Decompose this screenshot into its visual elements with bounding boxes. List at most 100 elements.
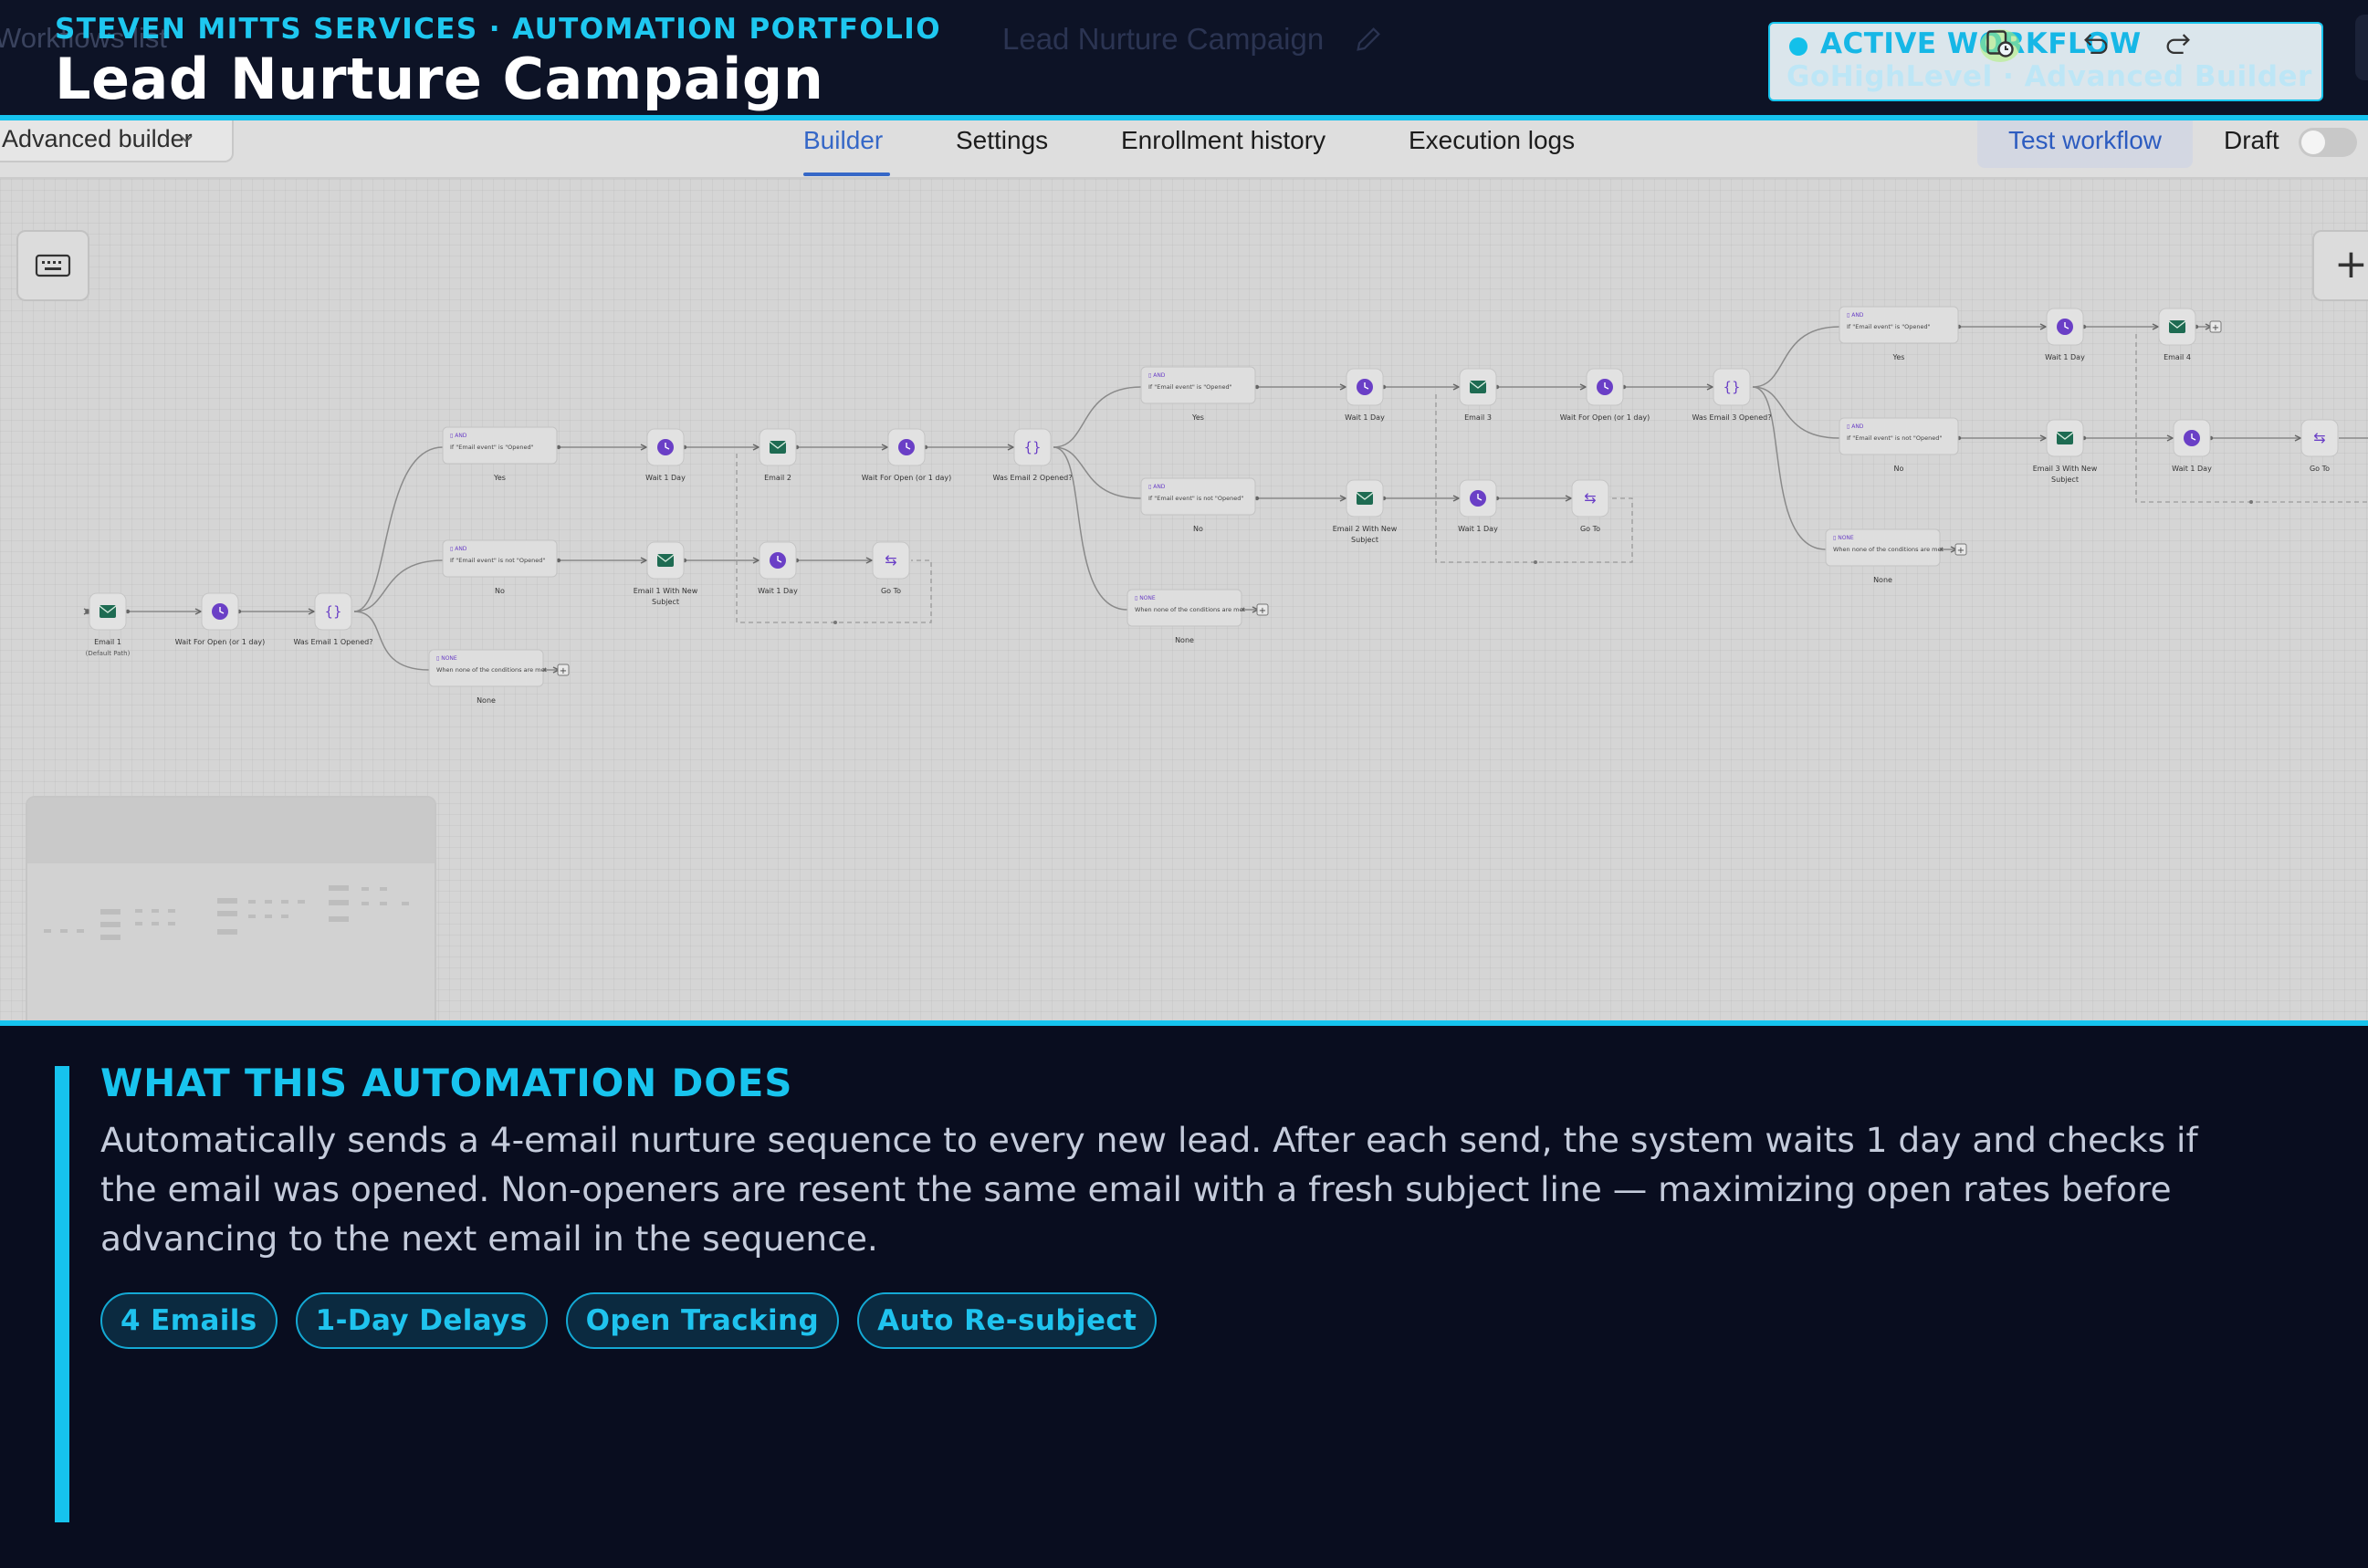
- condition-text: If "Email event" is "Opened": [1847, 323, 1931, 330]
- plus-icon: +: [1259, 606, 1266, 616]
- node-branch-opened-2[interactable]: {} Was Email 2 Opened?: [993, 428, 1073, 482]
- plus-icon: +: [1957, 546, 1965, 556]
- branch-label: No: [1894, 465, 1904, 473]
- node-wait-1day-c[interactable]: Wait 1 Day: [1345, 368, 1385, 422]
- condition-none-1[interactable]: ▯ NONE When none of the conditions are me…: [428, 649, 547, 705]
- email-icon: [1357, 492, 1373, 505]
- branch-label: None: [477, 696, 496, 705]
- plus-icon: +: [2212, 323, 2219, 333]
- node-label: Email 3: [1464, 413, 1492, 422]
- tab-builder[interactable]: Builder: [803, 120, 883, 161]
- add-step-button[interactable]: +: [2209, 320, 2222, 333]
- condition-none-2[interactable]: ▯ NONE When none of the conditions are me…: [1126, 589, 1245, 644]
- condition-tag: ▯ AND: [1148, 372, 1166, 379]
- node-email-2-new-subject[interactable]: [1346, 479, 1384, 517]
- tab-settings[interactable]: Settings: [956, 120, 1048, 161]
- node-email-3[interactable]: Email 3: [1459, 368, 1497, 422]
- save-history-button[interactable]: [1975, 24, 2025, 64]
- condition-tag: ▯ NONE: [436, 655, 457, 662]
- tab-execution-logs[interactable]: Execution logs: [1409, 120, 1575, 161]
- branch-label: Yes: [1191, 413, 1204, 422]
- condition-no-3[interactable]: ▯ AND If "Email event" is not "Opened" No: [1839, 417, 1959, 473]
- toggle-knob: [2301, 131, 2325, 154]
- condition-tag: ▯ NONE: [1135, 595, 1156, 601]
- node-label: Was Email 2 Opened?: [993, 474, 1073, 482]
- node-goto-2[interactable]: ⇆ Go To: [1571, 479, 1609, 533]
- chip-delays: 1-Day Delays: [295, 1292, 548, 1349]
- node-email-3-new-subject[interactable]: [2046, 419, 2084, 457]
- canvas-minimap[interactable]: [26, 796, 436, 1022]
- node-email-1-new-subject[interactable]: [646, 541, 685, 580]
- node-wait-1day-a[interactable]: Wait 1 Day: [645, 428, 686, 482]
- node-email-1[interactable]: Email 1 (Default Path): [86, 592, 131, 657]
- node-label: Go To: [1580, 525, 1600, 533]
- node-wait-1day-d[interactable]: Wait 1 Day: [1458, 479, 1498, 533]
- builder-mode-select[interactable]: Advanced builder: [0, 120, 234, 162]
- chip-emails: 4 Emails: [100, 1292, 278, 1349]
- node-goto-3[interactable]: ⇆ Go To: [2300, 419, 2339, 473]
- branch-label: No: [495, 587, 505, 595]
- node-wait-1day-f[interactable]: Wait 1 Day: [2172, 419, 2212, 473]
- node-label: Wait 1 Day: [645, 474, 686, 482]
- node-label: Was Email 1 Opened?: [294, 638, 373, 646]
- keyboard-icon: [35, 254, 71, 277]
- node-email-4[interactable]: Email 4: [2158, 308, 2196, 361]
- node-label: Email 1 With New: [634, 587, 698, 595]
- feature-chips: 4 Emails 1-Day Delays Open Tracking Auto…: [100, 1292, 1158, 1349]
- builder-toolbar: Advanced builder Builder Settings Enroll…: [0, 120, 2368, 179]
- condition-no-2[interactable]: ▯ AND If "Email event" is not "Opened" No: [1140, 477, 1256, 533]
- automation-description-panel: WHAT THIS AUTOMATION DOES Automatically …: [0, 1026, 2368, 1568]
- keyboard-shortcuts-button[interactable]: [16, 230, 89, 301]
- node-wait-open-1[interactable]: Wait For Open (or 1 day): [175, 592, 265, 646]
- tab-enrollment-history[interactable]: Enrollment history: [1121, 120, 1325, 161]
- node-label: Go To: [881, 587, 901, 595]
- badge-platform: GoHighLevel · Advanced Builder: [1786, 60, 2312, 93]
- zoom-in-button[interactable]: +: [2312, 230, 2368, 301]
- condition-text: If "Email event" is not "Opened": [1148, 495, 1243, 502]
- add-step-button[interactable]: +: [1256, 603, 1269, 616]
- workflow-canvas[interactable]: Email 1 (Default Path) Wait For Open (or 1…: [0, 179, 2368, 1022]
- node-label: Wait 1 Day: [2172, 465, 2212, 473]
- node-email-2[interactable]: Email 2: [759, 428, 797, 482]
- active-tab-indicator: [803, 172, 890, 176]
- add-step-button[interactable]: +: [1954, 543, 1967, 556]
- panel-description: Automatically sends a 4-email nurture se…: [100, 1120, 2198, 1259]
- status-dot: [1789, 37, 1807, 56]
- email-icon: [2169, 320, 2185, 333]
- condition-tag: ▯ AND: [1847, 312, 1864, 319]
- node-wait-1day-e[interactable]: Wait 1 Day: [2045, 308, 2085, 361]
- condition-no-1[interactable]: ▯ AND If "Email event" is not "Opened" No: [442, 539, 558, 595]
- condition-yes-2[interactable]: ▯ AND If "Email event" is "Opened" Yes: [1140, 366, 1256, 422]
- condition-none-3[interactable]: ▯ NONE When none of the conditions are me…: [1825, 528, 1944, 584]
- node-goto-1[interactable]: ⇆ Go To: [872, 541, 910, 595]
- goto-loop-boxes: [736, 334, 2368, 624]
- node-branch-opened-3[interactable]: {} Was Email 3 Opened?: [1692, 368, 1772, 422]
- workflow-name-field[interactable]: Lead Nurture Campaign: [1002, 22, 1324, 57]
- condition-tag: ▯ NONE: [1833, 535, 1854, 541]
- undo-icon: [2084, 34, 2108, 55]
- condition-tag: ▯ AND: [1148, 484, 1166, 490]
- minimap-nodes: [44, 885, 409, 940]
- redo-button[interactable]: [2153, 24, 2203, 64]
- node-wait-open-3[interactable]: Wait For Open (or 1 day): [1560, 368, 1650, 422]
- active-workflow-badge: ACTIVE WORKFLOW GoHighLevel · Advanced B…: [1768, 22, 2323, 101]
- node-label: Email 2: [764, 474, 791, 482]
- header-edge-button[interactable]: [2355, 15, 2368, 80]
- draft-toggle[interactable]: [2299, 128, 2357, 157]
- condition-yes-1[interactable]: ▯ AND If "Email event" is "Opened" Yes: [442, 426, 558, 482]
- pencil-icon[interactable]: [1353, 24, 1384, 55]
- add-step-button[interactable]: +: [557, 664, 570, 676]
- branch-label: No: [1193, 525, 1203, 533]
- node-label: Subject: [1351, 536, 1378, 544]
- goto-icon: ⇆: [1584, 489, 1596, 507]
- test-workflow-button[interactable]: Test workflow: [1977, 120, 2193, 168]
- node-wait-open-2[interactable]: Wait For Open (or 1 day): [862, 428, 951, 482]
- condition-tag: ▯ AND: [450, 433, 467, 439]
- node-label: Wait 1 Day: [758, 587, 798, 595]
- undo-button[interactable]: [2071, 24, 2121, 64]
- portfolio-header: Workflows list Lead Nurture Campaign STE…: [0, 0, 2368, 115]
- node-branch-opened-1[interactable]: {} Was Email 1 Opened?: [294, 592, 373, 646]
- node-wait-1day-b[interactable]: Wait 1 Day: [758, 541, 798, 595]
- node-label: Email 4: [2164, 353, 2191, 361]
- condition-yes-3[interactable]: ▯ AND If "Email event" is "Opened" Yes: [1839, 306, 1959, 361]
